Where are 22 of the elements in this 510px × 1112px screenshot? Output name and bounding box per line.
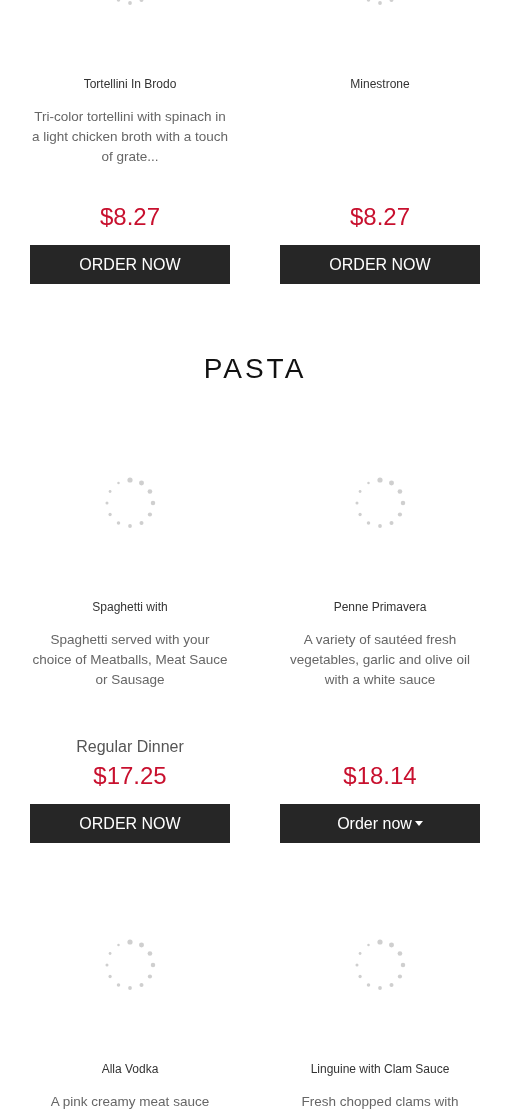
item-name: Tortellini In Brodo [83, 76, 177, 92]
item-description: Spaghetti served with your choice of Meatballs, Meat Sauce or Sausage [31, 631, 229, 689]
item-name: Spaghetti with [92, 599, 168, 615]
item-name: Minestrone [350, 76, 410, 92]
order-button[interactable]: ORDER NOW [30, 804, 230, 843]
item-price: $8.27 [349, 202, 411, 232]
item-description: A pink creamy meat sauce [50, 1093, 210, 1111]
item-name: Alla Vodka [101, 1061, 159, 1077]
item-price: $18.14 [343, 761, 417, 791]
item-price: $8.27 [99, 202, 161, 232]
order-button[interactable]: ORDER NOW [30, 245, 230, 284]
order-button[interactable]: ORDER NOW [280, 245, 480, 284]
item-name: Penne Primavera [333, 599, 427, 615]
section-heading: PASTA [202, 352, 308, 386]
item-name: Linguine with Clam Sauce [310, 1061, 450, 1077]
item-description: A variety of sautéed fresh vegetables, garlic and olive oil with a white sauce [288, 631, 472, 689]
order-dropdown-button[interactable]: Order now [280, 804, 480, 843]
item-description: Tri-color tortellini with spinach in a light chicken broth with a touch of grate... [31, 108, 229, 166]
item-description: Fresh chopped clams with [301, 1093, 459, 1111]
caret-icon [414, 821, 423, 826]
item-variant: Regular Dinner [76, 737, 184, 757]
item-price: $17.25 [93, 761, 167, 791]
